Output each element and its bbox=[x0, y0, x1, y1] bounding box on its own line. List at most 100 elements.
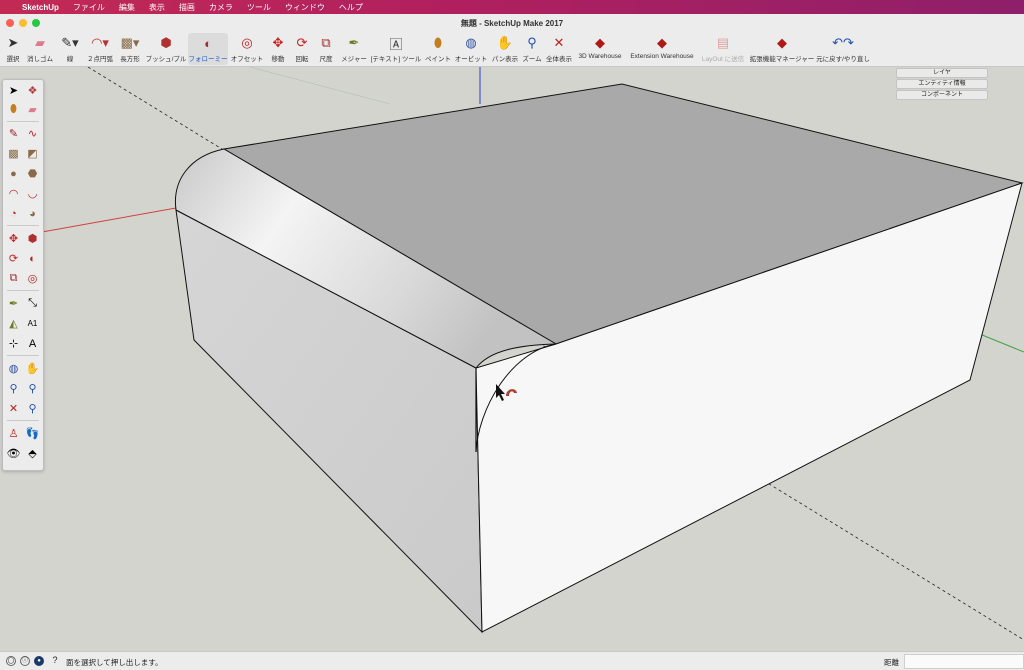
tray-entity-info[interactable]: エンティティ情報 bbox=[896, 79, 988, 89]
pan-hand-icon: ✋ bbox=[496, 35, 514, 50]
component-icon[interactable]: ❖ bbox=[25, 83, 40, 98]
previous-view-icon[interactable]: ⚲ bbox=[25, 401, 40, 416]
menu-draw[interactable]: 描画 bbox=[179, 2, 195, 13]
select-tool-button[interactable]: ➤ 選択 bbox=[4, 33, 22, 65]
rotated-rectangle-icon[interactable]: ◩ bbox=[25, 146, 40, 161]
tape-measure-tool-button[interactable]: ✒ メジャー bbox=[340, 33, 368, 65]
palette-divider bbox=[7, 121, 39, 122]
undo-redo-icon: ↶↷ bbox=[832, 35, 854, 50]
polygon-icon[interactable]: ⬣ bbox=[25, 166, 40, 181]
send-to-layout-button[interactable]: ▤ LayOut に送信 bbox=[700, 33, 746, 65]
dimension-icon[interactable]: ⤡ bbox=[25, 296, 40, 311]
follow-me-icon[interactable]: ◐ bbox=[25, 251, 40, 266]
zoom-window-icon[interactable]: ⚲ bbox=[25, 381, 40, 396]
rotate-icon[interactable]: ⟳ bbox=[6, 251, 21, 266]
credits-icon[interactable]: ⓘ bbox=[20, 656, 30, 666]
move-tool-button[interactable]: ✥ 移動 bbox=[268, 33, 288, 65]
zoom-icon[interactable]: ⚲ bbox=[6, 381, 21, 396]
rectangle-tool-button[interactable]: ▩▾ 長方形 bbox=[118, 33, 142, 65]
3d-warehouse-button[interactable]: ◆ 3D Warehouse bbox=[576, 33, 624, 65]
walk-icon[interactable]: 👣 bbox=[25, 426, 40, 441]
select-arrow-icon: ➤ bbox=[7, 35, 19, 50]
extension-manager-button[interactable]: ◆ 拡張機能マネージャー bbox=[749, 33, 815, 65]
menu-view[interactable]: 表示 bbox=[149, 2, 165, 13]
protractor-icon[interactable]: ◭ bbox=[6, 316, 21, 331]
extension-warehouse-icon: ◆ bbox=[657, 35, 667, 50]
paint-bucket-icon: ⬮ bbox=[433, 35, 443, 50]
three-point-arc-icon[interactable]: ◔ bbox=[6, 206, 21, 221]
arc-tool-button[interactable]: ◠▾ ２点円弧 bbox=[86, 33, 114, 65]
geo-location-icon[interactable]: ◯ bbox=[6, 656, 16, 666]
paint-bucket-icon[interactable]: ⬮ bbox=[6, 102, 21, 117]
user-account-icon[interactable]: ● bbox=[34, 656, 44, 666]
status-bar: ◯ ⓘ ● ? 面を選択して押し出します。 距離 bbox=[0, 651, 1024, 670]
3d-text-icon[interactable]: A bbox=[25, 336, 40, 351]
move-icon[interactable]: ✥ bbox=[6, 231, 21, 246]
select-arrow-icon[interactable]: ➤ bbox=[6, 83, 21, 98]
position-camera-icon[interactable]: ♙ bbox=[6, 426, 21, 441]
menu-window[interactable]: ウィンドウ bbox=[285, 2, 325, 13]
scale-tool-button[interactable]: ⧉ 尺度 bbox=[316, 33, 336, 65]
palette-divider bbox=[7, 290, 39, 291]
tray-layers[interactable]: レイヤ bbox=[896, 68, 988, 78]
follow-me-tool-button[interactable]: ◐ フォローミー bbox=[188, 33, 228, 65]
red-axis bbox=[41, 207, 177, 233]
tape-measure-icon: ✒ bbox=[348, 35, 360, 50]
push-pull-tool-button[interactable]: ⬢ プッシュ/プル bbox=[146, 33, 187, 65]
rectangle-icon: ▩▾ bbox=[120, 35, 140, 50]
orbit-icon: ◍ bbox=[465, 35, 477, 50]
text-icon[interactable]: A1 bbox=[25, 316, 40, 331]
menu-file[interactable]: ファイル bbox=[73, 2, 105, 13]
push-pull-icon: ⬢ bbox=[160, 35, 172, 50]
menu-edit[interactable]: 編集 bbox=[119, 2, 135, 13]
menu-tools[interactable]: ツール bbox=[247, 2, 271, 13]
measurements-box[interactable] bbox=[904, 654, 1024, 669]
section-plane-icon[interactable]: ⬘ bbox=[25, 446, 40, 461]
help-icon[interactable]: ? bbox=[50, 656, 60, 666]
offset-tool-button[interactable]: ◎ オフセット bbox=[230, 33, 264, 65]
circle-icon[interactable]: ● bbox=[6, 166, 21, 181]
line-tool-button[interactable]: ✎▾ 線 bbox=[58, 33, 82, 65]
freehand-icon[interactable]: ∿ bbox=[25, 126, 40, 141]
scale-icon[interactable]: ⧉ bbox=[6, 271, 21, 286]
palette-divider bbox=[7, 420, 39, 421]
orbit-tool-button[interactable]: ◍ オービット bbox=[454, 33, 488, 65]
text-tool-button[interactable]: 🄰 [テキスト] ツール bbox=[370, 33, 422, 65]
axes-icon[interactable]: ⊹ bbox=[6, 336, 21, 351]
zoom-extents-icon: ✕ bbox=[553, 35, 565, 50]
pie-icon[interactable]: ◕ bbox=[25, 206, 40, 221]
rotate-tool-button[interactable]: ⟳ 回転 bbox=[292, 33, 312, 65]
zoom-extents-tool-button[interactable]: ✕ 全体表示 bbox=[545, 33, 573, 65]
extension-warehouse-button[interactable]: ◆ Extension Warehouse bbox=[627, 33, 697, 65]
tape-measure-icon[interactable]: ✒ bbox=[6, 296, 21, 311]
pan-tool-button[interactable]: ✋ パン表示 bbox=[490, 33, 520, 65]
menu-camera[interactable]: カメラ bbox=[209, 2, 233, 13]
push-pull-icon[interactable]: ⬢ bbox=[25, 231, 40, 246]
offset-icon[interactable]: ◎ bbox=[25, 271, 40, 286]
pencil-icon[interactable]: ✎ bbox=[6, 126, 21, 141]
two-point-arc-icon[interactable]: ◡ bbox=[25, 186, 40, 201]
model-canvas[interactable] bbox=[0, 67, 1024, 651]
main-toolbar: ➤ 選択 ▰ 消しゴム ✎▾ 線 ◠▾ ２点円弧 ▩▾ 長方形 ⬢ プッシュ/プル ◐ フォロ… bbox=[0, 32, 1024, 67]
follow-me-icon: ◐ bbox=[204, 35, 212, 51]
zoom-tool-button[interactable]: ⚲ ズーム bbox=[522, 33, 542, 65]
orbit-icon[interactable]: ◍ bbox=[6, 361, 21, 376]
look-around-icon[interactable]: 👁 bbox=[6, 446, 21, 461]
arc-icon[interactable]: ◠ bbox=[6, 186, 21, 201]
eraser-tool-button[interactable]: ▰ 消しゴム bbox=[26, 33, 54, 65]
menu-help[interactable]: ヘルプ bbox=[339, 2, 363, 13]
move-icon: ✥ bbox=[272, 35, 284, 50]
undo-redo-button[interactable]: ↶↷ 元に戻す/やり直し bbox=[816, 33, 870, 65]
window-titlebar: 無題 - SketchUp Make 2017 bbox=[0, 14, 1024, 33]
app-menu-sketchup[interactable]: SketchUp bbox=[22, 3, 59, 12]
paint-bucket-tool-button[interactable]: ⬮ ペイント bbox=[424, 33, 452, 65]
default-tray: レイヤ エンティティ情報 コンポーネント bbox=[896, 68, 988, 101]
pan-icon[interactable]: ✋ bbox=[25, 361, 40, 376]
rectangle-icon[interactable]: ▩ bbox=[6, 146, 21, 161]
model-viewport[interactable] bbox=[0, 67, 1024, 651]
eraser-icon[interactable]: ▰ bbox=[25, 102, 40, 117]
tray-components[interactable]: コンポーネント bbox=[896, 90, 988, 100]
green-axis-hidden bbox=[249, 67, 391, 105]
zoom-extents-icon[interactable]: ✕ bbox=[6, 401, 21, 416]
zoom-icon: ⚲ bbox=[527, 35, 537, 50]
